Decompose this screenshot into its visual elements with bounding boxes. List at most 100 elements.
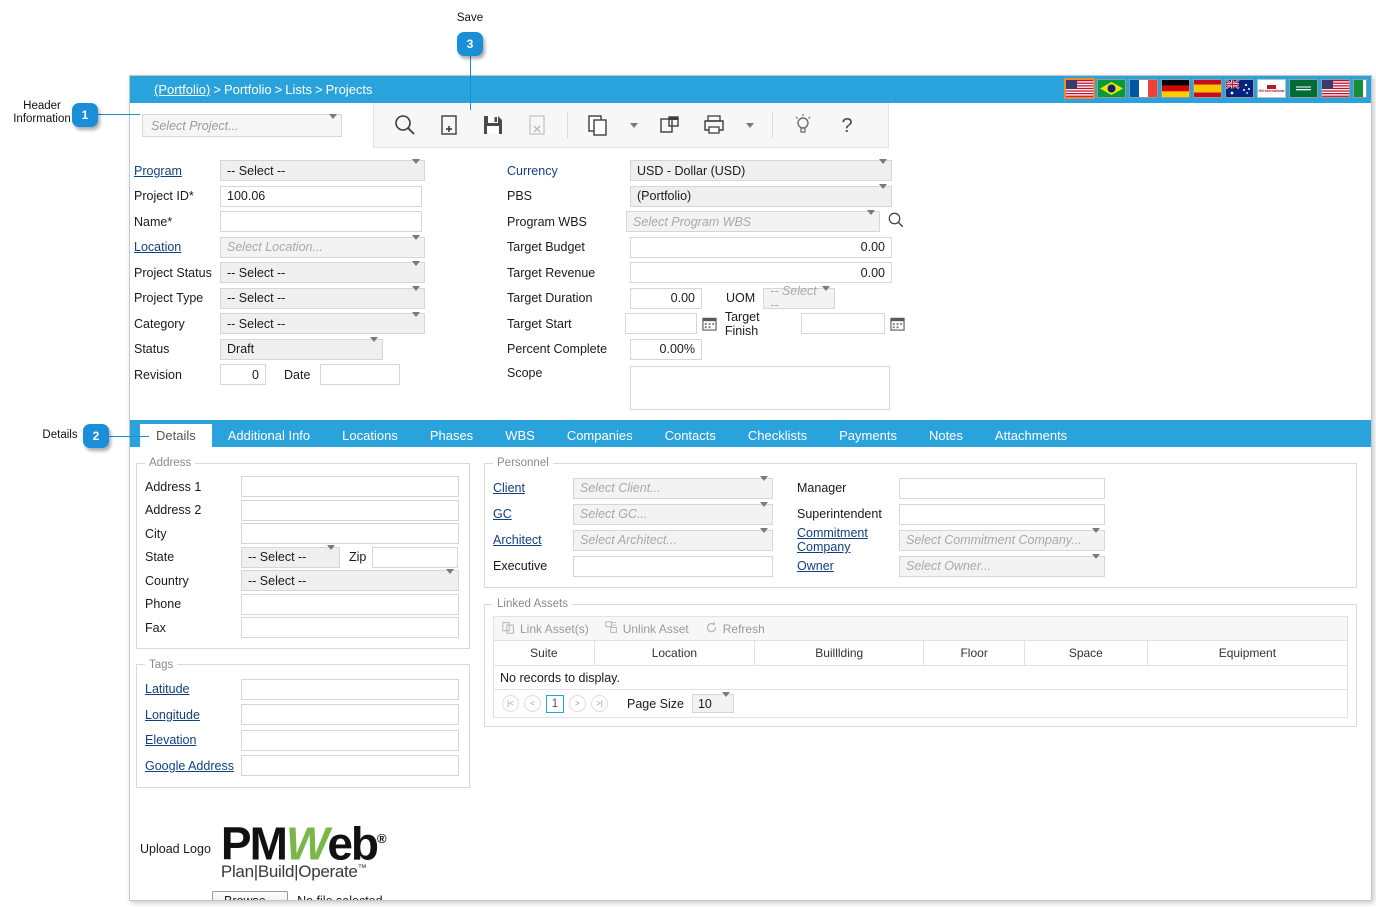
add-icon[interactable] — [428, 108, 470, 142]
column-header-floor[interactable]: Floor — [923, 640, 1025, 666]
location-label[interactable]: Location — [134, 240, 220, 254]
city-input[interactable] — [241, 523, 459, 545]
google-address-input[interactable] — [241, 755, 459, 777]
tab-phases[interactable]: Phases — [414, 424, 489, 447]
address2-input[interactable] — [241, 499, 459, 521]
column-header-equipment[interactable]: Equipment — [1146, 640, 1349, 666]
scope-textarea[interactable] — [630, 366, 890, 410]
name-input[interactable] — [220, 211, 422, 233]
delete-icon[interactable] — [516, 108, 558, 142]
tab-payments[interactable]: Payments — [823, 424, 913, 447]
flag-usa-2[interactable] — [1321, 79, 1350, 98]
flag-brazil[interactable] — [1097, 79, 1126, 98]
program-wbs-select[interactable]: Select Program WBS — [626, 209, 880, 233]
column-header-suite[interactable]: Suite — [493, 640, 595, 666]
executive-input[interactable] — [573, 555, 773, 577]
category-select[interactable]: -- Select -- — [220, 311, 425, 335]
date-input[interactable] — [320, 364, 401, 386]
pager-page-1[interactable]: 1 — [546, 694, 564, 713]
pager-last-button[interactable]: >| — [591, 695, 608, 712]
project-selector[interactable]: Select Project... — [142, 113, 342, 137]
architect-select[interactable]: Select Architect... — [573, 528, 773, 551]
flag-spain[interactable] — [1193, 79, 1222, 98]
tab-additional-info[interactable]: Additional Info — [212, 424, 326, 447]
pager-first-button[interactable]: |< — [502, 695, 519, 712]
browse-button[interactable]: Browse... — [212, 890, 289, 900]
uom-select[interactable]: -- Select -- — [763, 284, 836, 312]
link-assets-button[interactable]: Link Asset(s) — [502, 621, 589, 637]
flag-australia[interactable] — [1225, 79, 1254, 98]
copy-dropdown-icon[interactable] — [621, 108, 647, 142]
tab-checklists[interactable]: Checklists — [732, 424, 823, 447]
longitude-label[interactable]: Longitude — [145, 708, 241, 722]
flag-saudi-arabia[interactable] — [1289, 79, 1318, 98]
architect-label[interactable]: Architect — [493, 533, 573, 547]
country-select[interactable]: -- Select -- — [241, 568, 459, 592]
copy-icon[interactable] — [577, 108, 619, 142]
pbs-select[interactable]: (Portfolio) — [630, 184, 892, 207]
commitment-company-select[interactable]: Select Commitment Company... — [899, 528, 1105, 551]
manager-input[interactable] — [899, 477, 1105, 499]
flag-germany[interactable] — [1161, 79, 1190, 98]
program-select[interactable]: -- Select -- — [220, 158, 425, 182]
unlink-asset-button[interactable]: Unlink Asset — [605, 620, 689, 637]
project-id-input[interactable]: 100.06 — [220, 185, 422, 207]
tab-companies[interactable]: Companies — [551, 424, 649, 447]
gc-label[interactable]: GC — [493, 507, 573, 521]
flag-usa[interactable] — [1064, 78, 1095, 99]
status-select[interactable]: Draft — [220, 337, 383, 360]
target-start-input[interactable] — [624, 313, 697, 335]
tab-wbs[interactable]: WBS — [489, 424, 551, 447]
google-address-label[interactable]: Google Address — [145, 759, 241, 773]
column-header-building[interactable]: Builllding — [754, 640, 925, 666]
latitude-input[interactable] — [241, 678, 459, 700]
program-wbs-search-icon[interactable] — [887, 211, 905, 232]
annotation-marker-2[interactable]: 2 — [83, 424, 109, 448]
refresh-button[interactable]: Refresh — [705, 621, 765, 637]
duplicate-icon[interactable] — [649, 108, 691, 142]
tips-icon[interactable] — [782, 108, 824, 142]
logo-hill-international[interactable]: Hill International — [1257, 79, 1286, 98]
fax-input[interactable] — [241, 617, 459, 639]
print-dropdown-icon[interactable] — [737, 108, 763, 142]
commitment-company-label[interactable]: Commitment Company — [773, 526, 899, 554]
tab-details[interactable]: Details — [140, 424, 212, 447]
breadcrumb-item-projects[interactable]: Projects — [326, 82, 373, 97]
annotation-marker-1[interactable]: 1 — [72, 103, 98, 127]
annotation-marker-3[interactable]: 3 — [457, 32, 483, 56]
phone-input[interactable] — [241, 593, 459, 615]
target-finish-input[interactable] — [801, 313, 885, 335]
longitude-input[interactable] — [241, 704, 459, 726]
target-duration-input[interactable]: 0.00 — [630, 287, 702, 309]
program-label[interactable]: Program — [134, 164, 220, 178]
revision-input[interactable]: 0 — [220, 364, 266, 386]
calendar-icon[interactable] — [702, 316, 717, 331]
target-budget-input[interactable]: 0.00 — [630, 236, 892, 258]
owner-select[interactable]: Select Owner... — [899, 554, 1105, 577]
search-icon[interactable] — [384, 108, 426, 142]
project-status-select[interactable]: -- Select -- — [220, 260, 425, 284]
zip-input[interactable] — [372, 546, 459, 568]
tab-locations[interactable]: Locations — [326, 424, 414, 447]
column-header-space[interactable]: Space — [1023, 640, 1148, 666]
superintendent-input[interactable] — [899, 503, 1105, 525]
target-revenue-input[interactable]: 0.00 — [630, 262, 892, 284]
breadcrumb-item-lists[interactable]: Lists — [285, 82, 312, 97]
flag-partial[interactable] — [1353, 79, 1367, 98]
breadcrumb-root[interactable]: (Portfolio) — [154, 82, 210, 97]
save-icon[interactable] — [472, 108, 514, 142]
client-select[interactable]: Select Client... — [573, 476, 773, 499]
breadcrumb-item-portfolio[interactable]: Portfolio — [224, 82, 272, 97]
location-select[interactable]: Select Location... — [220, 235, 425, 258]
gc-select[interactable]: Select GC... — [573, 502, 773, 525]
help-icon[interactable]: ? — [826, 108, 868, 142]
address1-input[interactable] — [241, 476, 459, 498]
pager-prev-button[interactable]: < — [524, 695, 541, 712]
latitude-label[interactable]: Latitude — [145, 682, 241, 696]
column-header-location[interactable]: Location — [593, 640, 756, 666]
elevation-label[interactable]: Elevation — [145, 733, 241, 747]
percent-complete-input[interactable]: 0.00% — [630, 338, 702, 360]
tab-notes[interactable]: Notes — [913, 424, 979, 447]
client-label[interactable]: Client — [493, 481, 573, 495]
calendar-icon[interactable] — [890, 316, 905, 331]
